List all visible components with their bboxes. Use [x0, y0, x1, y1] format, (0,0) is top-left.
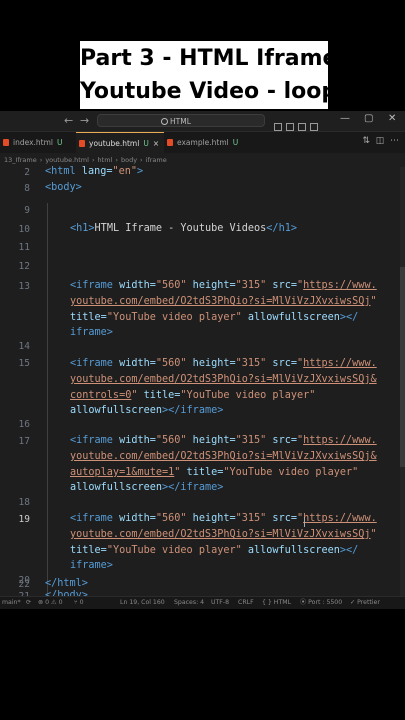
- language-mode[interactable]: { } HTML: [262, 597, 291, 609]
- prettier-status[interactable]: ✓ Prettier: [350, 597, 380, 609]
- html-file-icon: [3, 139, 9, 146]
- cursor-position[interactable]: Ln 19, Col 160: [120, 597, 165, 609]
- command-center-search[interactable]: HTML: [97, 114, 265, 127]
- code-editor-window: ← → HTML — ▢ ✕ index.html U youtube.html U…: [0, 111, 405, 609]
- line-number: 11: [18, 242, 30, 253]
- back-arrow-icon[interactable]: ←: [64, 114, 73, 127]
- code-line-iframe-1b: youtube.com/embed/O2tdS3PhQio?si=MlViVzJ…: [70, 296, 377, 307]
- code-line-iframe-3a: <iframe width="560" height="315" src="ht…: [70, 435, 377, 446]
- forward-arrow-icon[interactable]: →: [80, 114, 89, 127]
- breadcrumb-iframe[interactable]: iframe: [146, 156, 167, 164]
- html-file-icon: [167, 139, 173, 146]
- line-number: 14: [18, 341, 30, 352]
- breadcrumb-body[interactable]: body: [121, 156, 137, 164]
- breadcrumb-html[interactable]: html: [98, 156, 113, 164]
- code-area[interactable]: 2 8 9 10 11 12 13 14 15 16 17 18 19 20 2…: [0, 166, 405, 603]
- line-number: 13: [18, 281, 30, 292]
- minimize-icon[interactable]: —: [340, 113, 350, 124]
- indentation[interactable]: Spaces: 4: [174, 597, 204, 609]
- code-line-iframe-2d: allowfullscreen></iframe>: [70, 405, 224, 416]
- modified-badge: U: [57, 138, 63, 147]
- tab-youtube-html[interactable]: youtube.html U ×: [76, 132, 164, 153]
- editor-actions: ⇅ ◫ ⋯: [362, 136, 399, 146]
- toggle-sidebar-icon[interactable]: [274, 123, 282, 131]
- line-number: 16: [18, 419, 30, 430]
- git-branch[interactable]: main*: [2, 597, 21, 609]
- split-editor-icon[interactable]: ◫: [376, 136, 385, 146]
- line-number: 8: [24, 183, 30, 194]
- search-text: HTML: [170, 117, 191, 126]
- line-number: 17: [18, 436, 30, 447]
- vertical-scrollbar[interactable]: [400, 167, 405, 597]
- customize-layout-icon[interactable]: [310, 123, 318, 131]
- tab-label: youtube.html: [89, 139, 140, 148]
- code-line-html-close: </html>: [45, 578, 88, 589]
- toggle-panel-icon[interactable]: [286, 123, 294, 131]
- ports-indicator[interactable]: ⑂ 0: [74, 597, 84, 609]
- status-bar: main* ⟳ ⊗ 0 ⚠ 0 ⑂ 0 Ln 19, Col 160 Space…: [0, 596, 405, 609]
- breadcrumb-folder[interactable]: 13_Iframe: [4, 156, 37, 164]
- close-tab-icon[interactable]: ×: [153, 139, 159, 148]
- caption-line-2: Youtube Video - loop: [80, 79, 338, 104]
- more-actions-icon[interactable]: ⋯: [390, 136, 399, 146]
- text-cursor: [304, 517, 305, 527]
- tab-label: index.html: [13, 138, 53, 147]
- code-line-iframe-4b: youtube.com/embed/O2tdS3PhQio?si=MlViVzJ…: [70, 529, 377, 540]
- code-line-body-open: <body>: [45, 182, 82, 193]
- code-line-iframe-2c: controls=0" title="YouTube video player": [70, 390, 316, 401]
- code-line-iframe-1c: title="YouTube video player" allowfullsc…: [70, 312, 359, 323]
- editor-tab-bar: index.html U youtube.html U × example.html U…: [0, 132, 405, 153]
- caption-line-1: Part 3 - HTML Iframe: [80, 46, 338, 71]
- maximize-icon[interactable]: ▢: [364, 113, 373, 124]
- modified-badge: U: [232, 138, 239, 147]
- sync-icon[interactable]: ⟳: [26, 597, 31, 609]
- line-number: 18: [18, 497, 30, 508]
- scrollbar-thumb[interactable]: [400, 267, 405, 467]
- code-line-iframe-1a: <iframe width="560" height="315" src="ht…: [70, 280, 377, 291]
- toggle-secondary-sidebar-icon[interactable]: [298, 123, 306, 131]
- line-number: 12: [18, 261, 30, 272]
- line-number: 22: [18, 579, 30, 590]
- search-icon: [161, 118, 168, 125]
- compare-changes-icon[interactable]: ⇅: [362, 136, 370, 146]
- code-line-html-open: <html lang="en">: [45, 166, 144, 177]
- video-caption: Part 3 - HTML Iframe Youtube Video - loo…: [80, 41, 338, 109]
- tab-example-html[interactable]: example.html U: [164, 132, 246, 153]
- tab-label: example.html: [177, 138, 229, 147]
- code-line-iframe-3d: allowfullscreen></iframe>: [70, 482, 224, 493]
- close-window-icon[interactable]: ✕: [388, 113, 396, 124]
- title-bar: ← → HTML — ▢ ✕: [0, 111, 405, 132]
- code-line-iframe-1d: iframe>: [70, 327, 113, 338]
- problems-indicator[interactable]: ⊗ 0 ⚠ 0: [38, 597, 63, 609]
- code-line-iframe-4a: <iframe width="560" height="315" src="ht…: [70, 513, 377, 524]
- code-line-iframe-3c: autoplay=1&mute=1" title="YouTube video …: [70, 467, 359, 478]
- encoding[interactable]: UTF-8: [211, 597, 229, 609]
- line-number: 2: [24, 167, 30, 178]
- code-line-iframe-4d: iframe>: [70, 560, 113, 571]
- code-line-h1: <h1>HTML Iframe - Youtube Videos</h1>: [70, 223, 297, 234]
- line-number: 9: [24, 205, 30, 216]
- code-line-iframe-4c: title="YouTube video player" allowfullsc…: [70, 545, 359, 556]
- code-line-iframe-3b: youtube.com/embed/O2tdS3PhQio?si=MlViVzJ…: [70, 451, 377, 462]
- breadcrumb: 13_Iframe › youtube.html › html › body › iframe: [0, 153, 405, 167]
- modified-badge: U: [143, 139, 149, 148]
- code-line-iframe-2a: <iframe width="560" height="315" src="ht…: [70, 358, 377, 369]
- breadcrumb-file[interactable]: youtube.html: [45, 156, 89, 164]
- html-file-icon: [79, 140, 85, 147]
- line-number: 15: [18, 358, 30, 369]
- end-of-line[interactable]: CRLF: [238, 597, 254, 609]
- line-number: 19: [18, 514, 30, 525]
- line-number: 10: [18, 224, 30, 235]
- code-line-iframe-2b: youtube.com/embed/O2tdS3PhQio?si=MlViVzJ…: [70, 374, 377, 385]
- indent-guide: [47, 203, 48, 603]
- tab-index-html[interactable]: index.html U: [0, 132, 76, 153]
- live-server-port[interactable]: ⦿ Port : 5500: [300, 597, 342, 609]
